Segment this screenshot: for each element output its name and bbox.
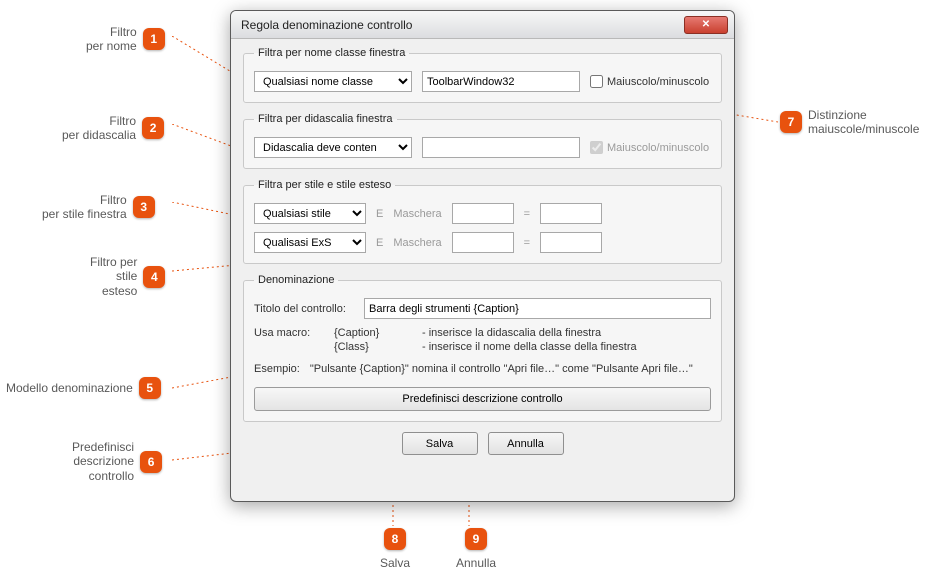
example-text: "Pulsante {Caption}" nomina il controllo… xyxy=(310,363,693,375)
exstyle-mask-2 xyxy=(540,232,602,253)
classname-input[interactable] xyxy=(422,71,580,92)
classname-combo[interactable]: Qualsiasi nome classe xyxy=(254,71,412,92)
exstyle-e-label: E xyxy=(376,237,383,249)
legend-classname: Filtra per nome classe finestra xyxy=(254,47,409,59)
style-e-label: E xyxy=(376,208,383,220)
titlebar[interactable]: Regola denominazione controllo ✕ xyxy=(231,11,734,39)
macro-class: {Class} xyxy=(334,341,412,353)
annotation-label: Filtro per stile finestra xyxy=(42,193,127,222)
style-mask-1 xyxy=(452,203,514,224)
control-title-input[interactable] xyxy=(364,298,711,319)
caption-case-label: Maiuscolo/minuscolo xyxy=(607,142,709,154)
annotation-label: Distinzione maiuscole/minuscole xyxy=(808,108,919,137)
macro-caption: {Caption} xyxy=(334,327,412,339)
cancel-button[interactable]: Annulla xyxy=(488,432,564,455)
style-eq: = xyxy=(524,208,530,220)
classname-case-box[interactable] xyxy=(590,75,603,88)
style-mask-2 xyxy=(540,203,602,224)
legend-caption: Filtra per didascalia finestra xyxy=(254,113,397,125)
macro-caption-desc: - inserisce la didascalia della finestra xyxy=(422,327,711,339)
exstyle-mask-label: Maschera xyxy=(393,237,441,249)
exstyle-mask-1 xyxy=(452,232,514,253)
caption-case-box xyxy=(590,141,603,154)
example-label: Esempio: xyxy=(254,363,300,375)
annotation-label: Modello denominazione xyxy=(6,381,133,395)
group-caption: Filtra per didascalia finestra Didascali… xyxy=(243,113,722,169)
group-style: Filtra per stile e stile esteso Qualsias… xyxy=(243,179,722,264)
annotation-badge-8: 8 xyxy=(384,528,406,550)
annotation-badge-5: 5 xyxy=(139,377,161,399)
caption-input[interactable] xyxy=(422,137,580,158)
annotation-badge-1: 1 xyxy=(143,28,165,50)
annotation-label: Annulla xyxy=(456,556,496,570)
annotation-badge-6: 6 xyxy=(140,451,162,473)
group-classname: Filtra per nome classe finestra Qualsias… xyxy=(243,47,722,103)
caption-case-checkbox: Maiuscolo/minuscolo xyxy=(590,141,709,154)
annotation-label: Predefinisci descrizione controllo xyxy=(72,440,134,483)
style-combo[interactable]: Qualsiasi stile xyxy=(254,203,366,224)
caption-combo[interactable]: Didascalia deve contenere xyxy=(254,137,412,158)
classname-case-label: Maiuscolo/minuscolo xyxy=(607,76,709,88)
annotation-badge-9: 9 xyxy=(465,528,487,550)
annotation-label: Salva xyxy=(380,556,410,570)
preset-description-button[interactable]: Predefinisci descrizione controllo xyxy=(254,387,711,411)
dialog-title: Regola denominazione controllo xyxy=(241,18,412,32)
group-naming: Denominazione Titolo del controllo: Usa … xyxy=(243,274,722,422)
macro-class-desc: - inserisce il nome della classe della f… xyxy=(422,341,711,353)
exstyle-eq: = xyxy=(524,237,530,249)
annotation-badge-7: 7 xyxy=(780,111,802,133)
control-title-label: Titolo del controllo: xyxy=(254,303,354,315)
annotation-badge-3: 3 xyxy=(133,196,155,218)
exstyle-combo[interactable]: Qualisasi ExStyle xyxy=(254,232,366,253)
close-button[interactable]: ✕ xyxy=(684,16,728,34)
annotation-label: Filtro per didascalia xyxy=(62,114,136,143)
legend-naming: Denominazione xyxy=(254,274,338,286)
annotation-badge-2: 2 xyxy=(142,117,164,139)
legend-style: Filtra per stile e stile esteso xyxy=(254,179,395,191)
dialog: Regola denominazione controllo ✕ Filtra … xyxy=(230,10,735,502)
save-button[interactable]: Salva xyxy=(402,432,478,455)
style-mask-label: Maschera xyxy=(393,208,441,220)
usa-macro-label: Usa macro: xyxy=(254,327,324,339)
classname-case-checkbox[interactable]: Maiuscolo/minuscolo xyxy=(590,75,709,88)
annotation-label: Filtro per stile esteso xyxy=(90,255,137,298)
close-icon: ✕ xyxy=(702,19,710,30)
annotation-label: Filtro per nome xyxy=(86,25,137,54)
annotation-badge-4: 4 xyxy=(143,266,165,288)
